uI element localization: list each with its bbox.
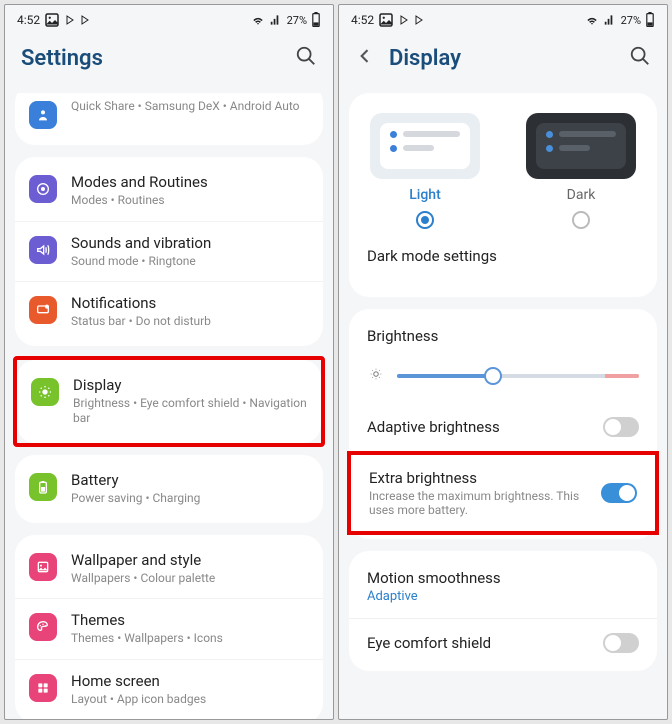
wallpaper-icon — [29, 553, 57, 581]
eye-comfort-toggle[interactable] — [603, 633, 639, 653]
battery-icon — [645, 12, 655, 28]
page-title: Display — [389, 46, 461, 71]
adaptive-brightness-row[interactable]: Adaptive brightness — [349, 403, 657, 451]
adaptive-brightness-toggle[interactable] — [603, 417, 639, 437]
settings-header: Settings — [5, 31, 333, 93]
battery-pct: 27% — [287, 14, 307, 27]
home-icon — [29, 674, 57, 702]
quickshare-icon — [29, 101, 57, 129]
sound-icon — [29, 236, 57, 264]
brightness-low-icon — [367, 365, 385, 387]
motion-smoothness-row[interactable]: Motion smoothness Adaptive — [349, 555, 657, 618]
status-time: 4:52 — [17, 13, 40, 27]
display-screen: 4:52 27% Display Light — [338, 4, 668, 720]
settings-screen: 4:52 27% Settings Quick Share • Samsung … — [4, 4, 334, 720]
battery-pct: 27% — [621, 14, 641, 27]
wifi-icon — [251, 13, 265, 27]
play-icon — [398, 14, 410, 26]
wifi-icon — [585, 13, 599, 27]
signal-icon — [603, 13, 617, 27]
extra-brightness-highlight: Extra brightness Increase the maximum br… — [347, 451, 659, 535]
light-radio[interactable] — [416, 211, 434, 229]
status-time: 4:52 — [351, 13, 374, 27]
battery-row[interactable]: BatteryPower saving • Charging — [15, 459, 323, 519]
brightness-slider[interactable] — [397, 367, 639, 385]
dark-preview — [526, 113, 636, 179]
notifications-row[interactable]: NotificationsStatus bar • Do not disturb — [15, 281, 323, 342]
display-highlight: DisplayBrightness • Eye comfort shield •… — [13, 356, 325, 447]
display-icon — [31, 378, 59, 406]
settings-list[interactable]: Quick Share • Samsung DeX • Android Auto… — [5, 93, 333, 719]
home-row[interactable]: Home screenLayout • App icon badges — [15, 659, 323, 719]
wallpaper-row[interactable]: Wallpaper and styleWallpapers • Colour p… — [15, 539, 323, 599]
battery-setting-icon — [29, 473, 57, 501]
brightness-label: Brightness — [349, 313, 657, 359]
display-header: Display — [339, 31, 667, 93]
themes-row[interactable]: ThemesThemes • Wallpapers • Icons — [15, 598, 323, 659]
play-icon-2 — [79, 14, 91, 26]
page-title: Settings — [21, 46, 103, 71]
back-button[interactable] — [355, 46, 375, 70]
status-bar: 4:52 27% — [5, 5, 333, 31]
light-preview — [370, 113, 480, 179]
search-button[interactable] — [295, 45, 317, 71]
modes-icon — [29, 175, 57, 203]
signal-icon — [269, 13, 283, 27]
eye-comfort-row[interactable]: Eye comfort shield — [349, 618, 657, 667]
display-row[interactable]: DisplayBrightness • Eye comfort shield •… — [17, 364, 321, 439]
list-item[interactable]: Quick Share • Samsung DeX • Android Auto — [15, 93, 323, 145]
themes-icon — [29, 613, 57, 641]
extra-brightness-toggle[interactable] — [601, 483, 637, 503]
notif-icon — [29, 296, 57, 324]
dark-mode-settings[interactable]: Dark mode settings — [349, 229, 657, 279]
battery-icon — [311, 12, 321, 28]
dark-radio[interactable] — [572, 211, 590, 229]
display-settings-list[interactable]: Light Dark Dark mode settings Brightness — [339, 93, 667, 719]
search-button[interactable] — [629, 45, 651, 71]
modes-row[interactable]: Modes and RoutinesModes • Routines — [15, 161, 323, 221]
play-icon — [64, 14, 76, 26]
extra-brightness-row[interactable]: Extra brightness Increase the maximum br… — [351, 455, 655, 531]
dark-theme-option[interactable]: Dark — [515, 113, 647, 229]
sounds-row[interactable]: Sounds and vibrationSound mode • Rington… — [15, 221, 323, 282]
status-bar: 4:52 27% — [339, 5, 667, 31]
photo-icon — [43, 11, 61, 29]
photo-icon — [377, 11, 395, 29]
light-theme-option[interactable]: Light — [359, 113, 491, 229]
play-icon-2 — [413, 14, 425, 26]
